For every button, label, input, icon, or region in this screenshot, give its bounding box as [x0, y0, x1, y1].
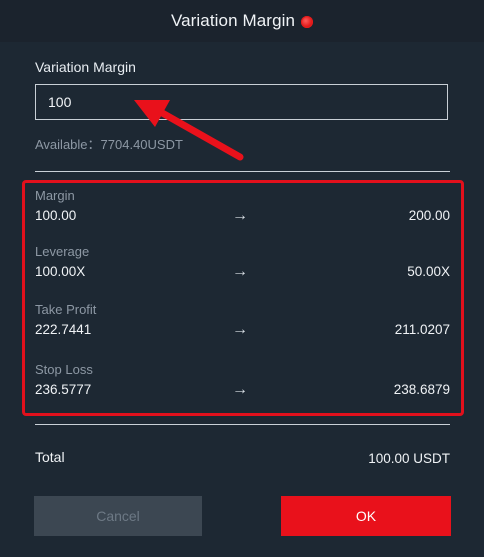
variation-margin-dialog: Variation Margin Variation Margin Availa…	[0, 0, 484, 557]
dialog-header: Variation Margin	[0, 0, 484, 42]
cancel-button[interactable]: Cancel	[34, 496, 202, 536]
dialog-title: Variation Margin	[170, 11, 296, 30]
variation-margin-input[interactable]	[36, 85, 447, 119]
available-balance: Available：7704.40USDT	[35, 134, 183, 153]
divider-bottom	[35, 424, 450, 425]
available-label: Available：	[35, 137, 101, 152]
ok-button[interactable]: OK	[281, 496, 451, 536]
total-value: 100.00 USDT	[368, 451, 450, 466]
available-value: 7704.40USDT	[100, 137, 183, 152]
highlight-box	[22, 180, 464, 416]
divider-top	[35, 171, 450, 172]
variation-margin-input-wrapper[interactable]	[35, 84, 448, 120]
total-label: Total	[35, 449, 65, 465]
variation-margin-label: Variation Margin	[35, 59, 136, 75]
help-icon[interactable]	[301, 16, 314, 28]
